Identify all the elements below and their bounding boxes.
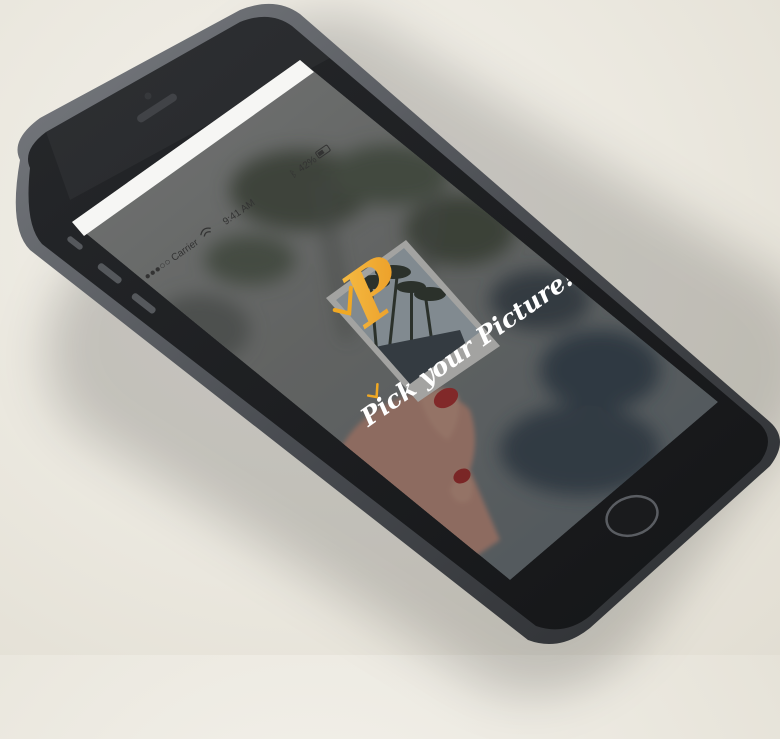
iphone-mockup: P Pick your Picture! ●●●○○ Carrier 9:41 … — [15, 3, 780, 644]
